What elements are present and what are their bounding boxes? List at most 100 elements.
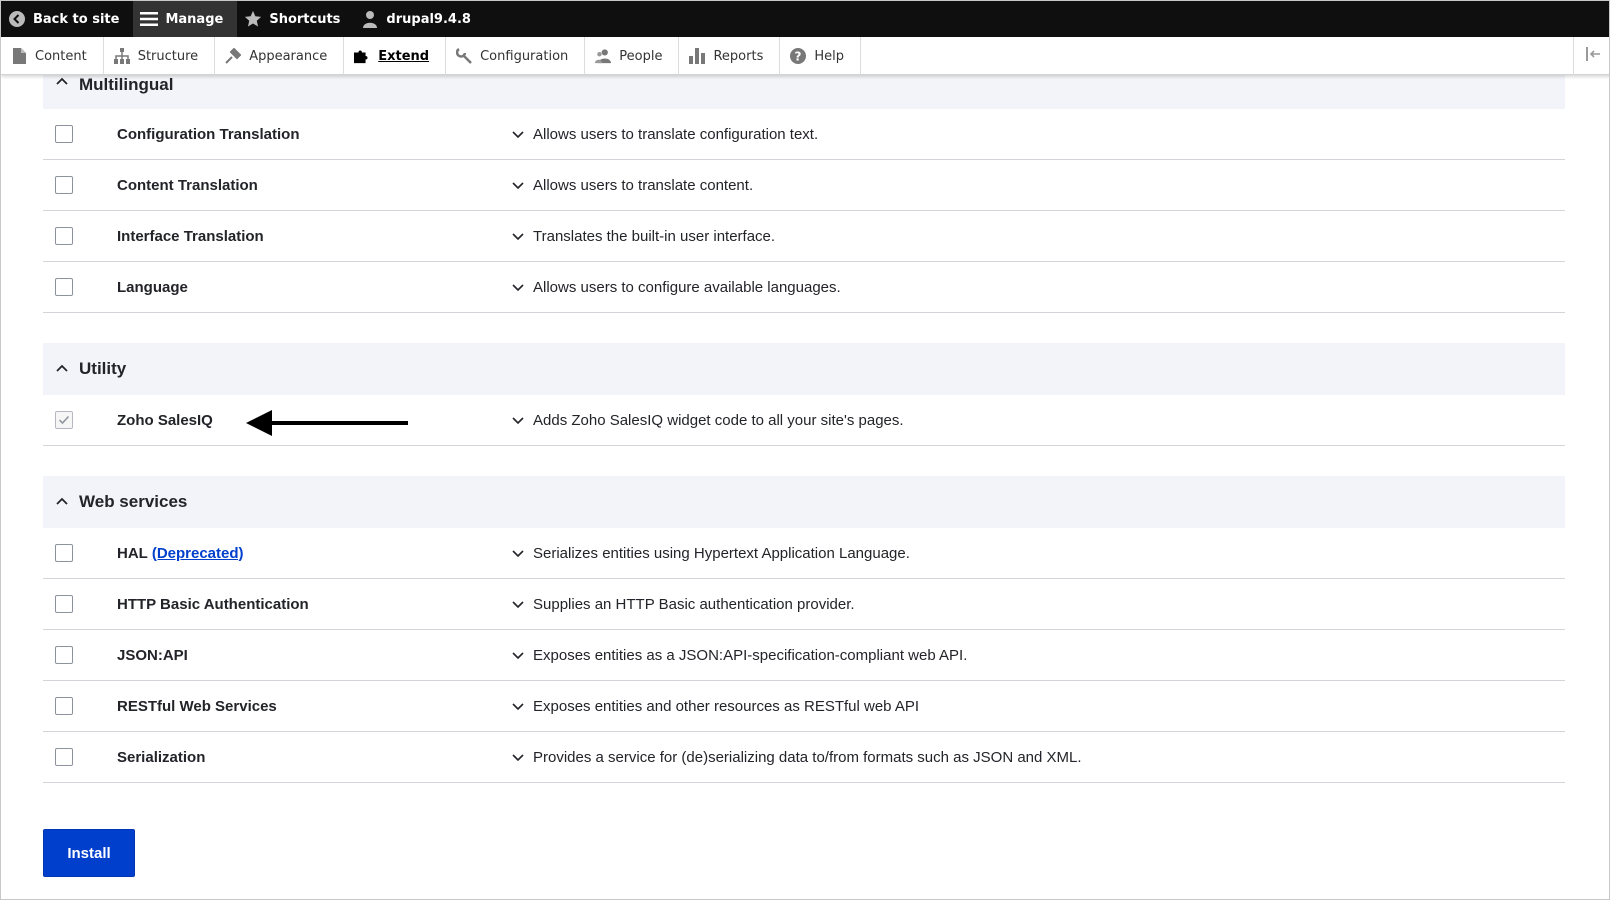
package-header-multilingual[interactable]: Multilingual bbox=[43, 75, 1565, 109]
tray-label-content: Content bbox=[35, 48, 87, 64]
package-title: Web services bbox=[79, 492, 188, 511]
tray-orientation-toggle[interactable] bbox=[1573, 37, 1609, 75]
shortcuts-label: Shortcuts bbox=[269, 11, 341, 27]
module-checkbox[interactable] bbox=[55, 697, 73, 715]
module-name[interactable]: JSON:API bbox=[117, 647, 188, 664]
module-checkbox[interactable] bbox=[55, 544, 73, 562]
install-button[interactable]: Install bbox=[43, 829, 135, 877]
module-row: HTTP Basic Authentication Supplies an HT… bbox=[43, 579, 1565, 630]
back-to-site-link[interactable]: Back to site bbox=[1, 1, 133, 37]
help-icon: ? bbox=[790, 48, 807, 64]
tray-item-appearance[interactable]: Appearance bbox=[215, 37, 345, 75]
tray-item-content[interactable]: Content bbox=[1, 37, 104, 75]
chevron-down-icon[interactable] bbox=[511, 413, 525, 427]
shortcuts-tab[interactable]: Shortcuts bbox=[237, 1, 354, 37]
package-header-web-services[interactable]: Web services bbox=[43, 476, 1565, 528]
module-description: Allows users to configure available lang… bbox=[533, 278, 841, 296]
module-description: Exposes entities and other resources as … bbox=[533, 697, 920, 715]
package-header-utility[interactable]: Utility bbox=[43, 343, 1565, 395]
user-tab[interactable]: drupal9.4.8 bbox=[354, 1, 485, 37]
tray-label-configuration: Configuration bbox=[480, 48, 569, 64]
module-row: RESTful Web Services Exposes entities an… bbox=[43, 681, 1565, 732]
chevron-down-icon[interactable] bbox=[511, 546, 525, 560]
module-checkbox-checked[interactable] bbox=[55, 411, 73, 429]
deprecated-link[interactable]: (Deprecated) bbox=[152, 545, 244, 562]
module-row: Interface Translation Translates the bui… bbox=[43, 211, 1565, 262]
module-name[interactable]: Configuration Translation bbox=[117, 126, 300, 143]
module-name[interactable]: HAL (Deprecated) bbox=[117, 545, 244, 562]
hamburger-icon bbox=[139, 9, 159, 29]
module-checkbox[interactable] bbox=[55, 748, 73, 766]
tray-label-people: People bbox=[619, 48, 663, 64]
tray-label-reports: Reports bbox=[713, 48, 764, 64]
people-icon bbox=[595, 48, 612, 64]
admin-tray: Content Structure Appearance Extend Conf… bbox=[1, 37, 1609, 75]
brush-icon bbox=[225, 48, 242, 64]
module-name[interactable]: Content Translation bbox=[117, 177, 258, 194]
tray-item-people[interactable]: People bbox=[585, 37, 680, 75]
module-description: Adds Zoho SalesIQ widget code to all you… bbox=[533, 411, 904, 429]
page-icon bbox=[11, 48, 27, 64]
tray-item-configuration[interactable]: Configuration bbox=[446, 37, 586, 75]
module-name[interactable]: Interface Translation bbox=[117, 228, 264, 245]
chevron-down-icon[interactable] bbox=[511, 127, 525, 141]
module-row: Serialization Provides a service for (de… bbox=[43, 732, 1565, 783]
module-name-text: HAL bbox=[117, 544, 148, 562]
module-description: Serializes entities using Hypertext Appl… bbox=[533, 544, 910, 562]
module-row: Content Translation Allows users to tran… bbox=[43, 160, 1565, 211]
module-row: HAL (Deprecated) Serializes entities usin… bbox=[43, 528, 1565, 579]
tray-item-structure[interactable]: Structure bbox=[104, 37, 216, 75]
checkmark-icon bbox=[58, 415, 70, 425]
module-name[interactable]: HTTP Basic Authentication bbox=[117, 596, 309, 613]
wrench-icon bbox=[456, 48, 472, 64]
module-checkbox[interactable] bbox=[55, 646, 73, 664]
chevron-down-icon[interactable] bbox=[511, 280, 525, 294]
module-description: Allows users to translate configuration … bbox=[533, 125, 819, 143]
chevron-down-icon[interactable] bbox=[511, 750, 525, 764]
manage-tab[interactable]: Manage bbox=[133, 1, 238, 37]
tray-label-extend: Extend bbox=[378, 48, 430, 64]
manage-label: Manage bbox=[165, 11, 224, 27]
collapse-left-icon bbox=[1585, 46, 1601, 66]
module-name[interactable]: Language bbox=[117, 279, 188, 296]
module-checkbox[interactable] bbox=[55, 125, 73, 143]
module-name[interactable]: Zoho SalesIQ bbox=[117, 412, 213, 429]
module-description: Allows users to translate content. bbox=[533, 176, 754, 194]
module-name[interactable]: Serialization bbox=[117, 749, 205, 766]
sitemap-icon bbox=[113, 48, 130, 64]
tray-item-help[interactable]: ? Help bbox=[780, 37, 861, 75]
package-gap bbox=[43, 446, 1565, 476]
module-description: Provides a service for (de)serializing d… bbox=[533, 748, 1082, 766]
module-checkbox[interactable] bbox=[55, 278, 73, 296]
chevron-down-icon[interactable] bbox=[511, 229, 525, 243]
module-row: Configuration Translation Allows users t… bbox=[43, 109, 1565, 160]
back-to-site-label: Back to site bbox=[33, 11, 120, 27]
tray-item-reports[interactable]: Reports bbox=[679, 37, 781, 75]
module-name[interactable]: RESTful Web Services bbox=[117, 698, 277, 715]
module-checkbox[interactable] bbox=[55, 227, 73, 245]
module-description: Exposes entities as a JSON:API-specifica… bbox=[533, 646, 968, 664]
tray-label-structure: Structure bbox=[137, 48, 199, 64]
chevron-up-icon bbox=[55, 362, 69, 376]
puzzle-icon bbox=[354, 48, 370, 64]
module-description: Supplies an HTTP Basic authentication pr… bbox=[533, 595, 855, 613]
package-title: Utility bbox=[79, 359, 127, 378]
user-icon bbox=[360, 9, 380, 29]
chevron-down-icon[interactable] bbox=[511, 597, 525, 611]
chevron-down-icon[interactable] bbox=[511, 648, 525, 662]
chevron-down-icon[interactable] bbox=[511, 699, 525, 713]
star-icon bbox=[243, 9, 263, 29]
back-arrow-icon bbox=[7, 9, 27, 29]
tray-label-help: Help bbox=[814, 48, 844, 64]
module-description: Translates the built-in user interface. bbox=[533, 227, 776, 245]
module-checkbox[interactable] bbox=[55, 595, 73, 613]
tray-item-extend[interactable]: Extend bbox=[344, 37, 447, 75]
tray-label-appearance: Appearance bbox=[249, 48, 328, 64]
bar-chart-icon bbox=[689, 48, 706, 64]
module-row: JSON:API Exposes entities as a JSON:API-… bbox=[43, 630, 1565, 681]
chevron-down-icon[interactable] bbox=[511, 178, 525, 192]
svg-text:?: ? bbox=[795, 50, 802, 64]
module-checkbox[interactable] bbox=[55, 176, 73, 194]
package-title: Multilingual bbox=[79, 75, 174, 94]
chevron-up-icon bbox=[55, 495, 69, 509]
